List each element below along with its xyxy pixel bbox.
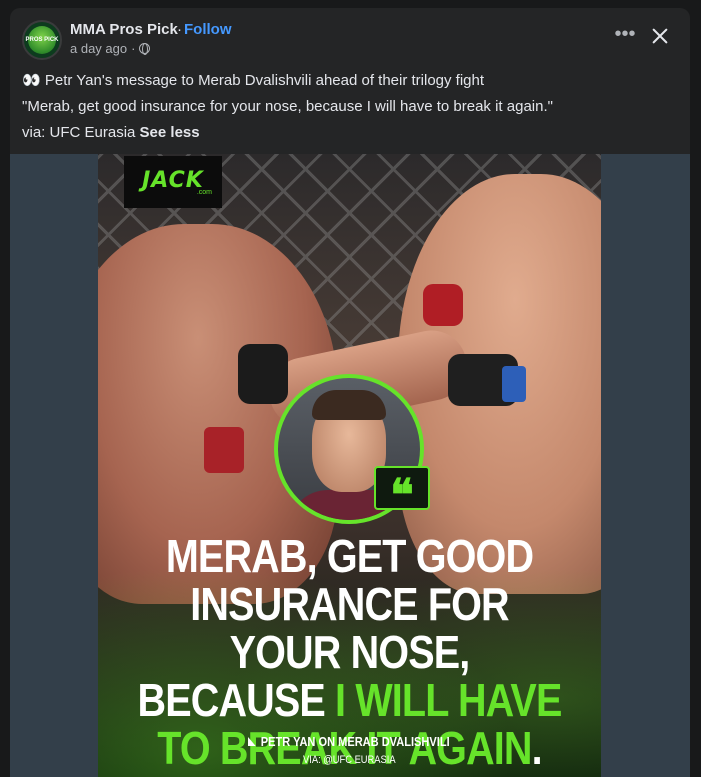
glove-left: [238, 344, 288, 404]
post-timestamp[interactable]: a day ago: [70, 41, 127, 56]
brand-main-text: JACK: [142, 168, 204, 193]
headline-line-4-end: .: [531, 722, 543, 774]
page-avatar[interactable]: PROS PICK: [22, 20, 62, 60]
glove-blue: [448, 354, 526, 406]
meta-separator: ·: [131, 41, 136, 56]
post-card: PROS PICK MMA Pros Pick · Follow a day a…: [10, 8, 690, 777]
page-name-link[interactable]: MMA Pros Pick: [70, 21, 178, 38]
post-meta: a day ago ·: [70, 41, 151, 56]
follow-button[interactable]: Follow: [184, 21, 232, 38]
headline-line-3-green: I WILL HAVE: [335, 674, 562, 726]
wrist-wrap: [204, 427, 244, 473]
image-source: VIA: @UFC EURASIA: [303, 754, 396, 766]
headline-line-2: INSURANCE FOR YOUR NOSE,: [190, 578, 509, 678]
post-header: PROS PICK MMA Pros Pick · Follow a day a…: [10, 8, 690, 68]
portrait-hair: [312, 390, 386, 420]
post-image[interactable]: JACK .com ❝ MERAB, GET GOOD INSURANCE FO…: [98, 154, 601, 777]
quote-attribution: PETR YAN ON MERAB DVALISHVILI: [248, 734, 450, 749]
glove-red: [423, 284, 463, 326]
post-text: 👀 Petr Yan's message to Merab Dvalishvil…: [22, 68, 678, 146]
globe-icon: [139, 43, 151, 55]
post-media[interactable]: JACK .com ❝ MERAB, GET GOOD INSURANCE FO…: [10, 154, 690, 777]
close-icon[interactable]: [648, 24, 672, 48]
more-options-icon[interactable]: •••: [613, 24, 637, 48]
attribution-marker-icon: [248, 737, 256, 746]
brand-sub-text: .com: [196, 189, 212, 196]
headline-line-3: BECAUSE I WILL HAVE: [133, 676, 566, 724]
post-text-line-2: "Merab, get good insurance for your nose…: [22, 98, 553, 115]
see-less-link[interactable]: See less: [140, 124, 200, 141]
headline-line-1: MERAB, GET GOOD: [165, 530, 534, 582]
post-text-line-3: via: UFC Eurasia See less: [22, 120, 678, 146]
brand-logo: JACK .com: [124, 156, 222, 208]
quote-icon: ❝: [374, 466, 430, 521]
attribution-text: PETR YAN ON MERAB DVALISHVILI: [260, 734, 450, 749]
avatar-text: PROS PICK: [25, 37, 59, 43]
name-separator: ·: [177, 21, 182, 38]
via-text: via: UFC Eurasia: [22, 124, 140, 141]
post-text-line-1: 👀 Petr Yan's message to Merab Dvalishvil…: [22, 72, 485, 89]
headline-line-3-white: BECAUSE: [137, 674, 336, 726]
